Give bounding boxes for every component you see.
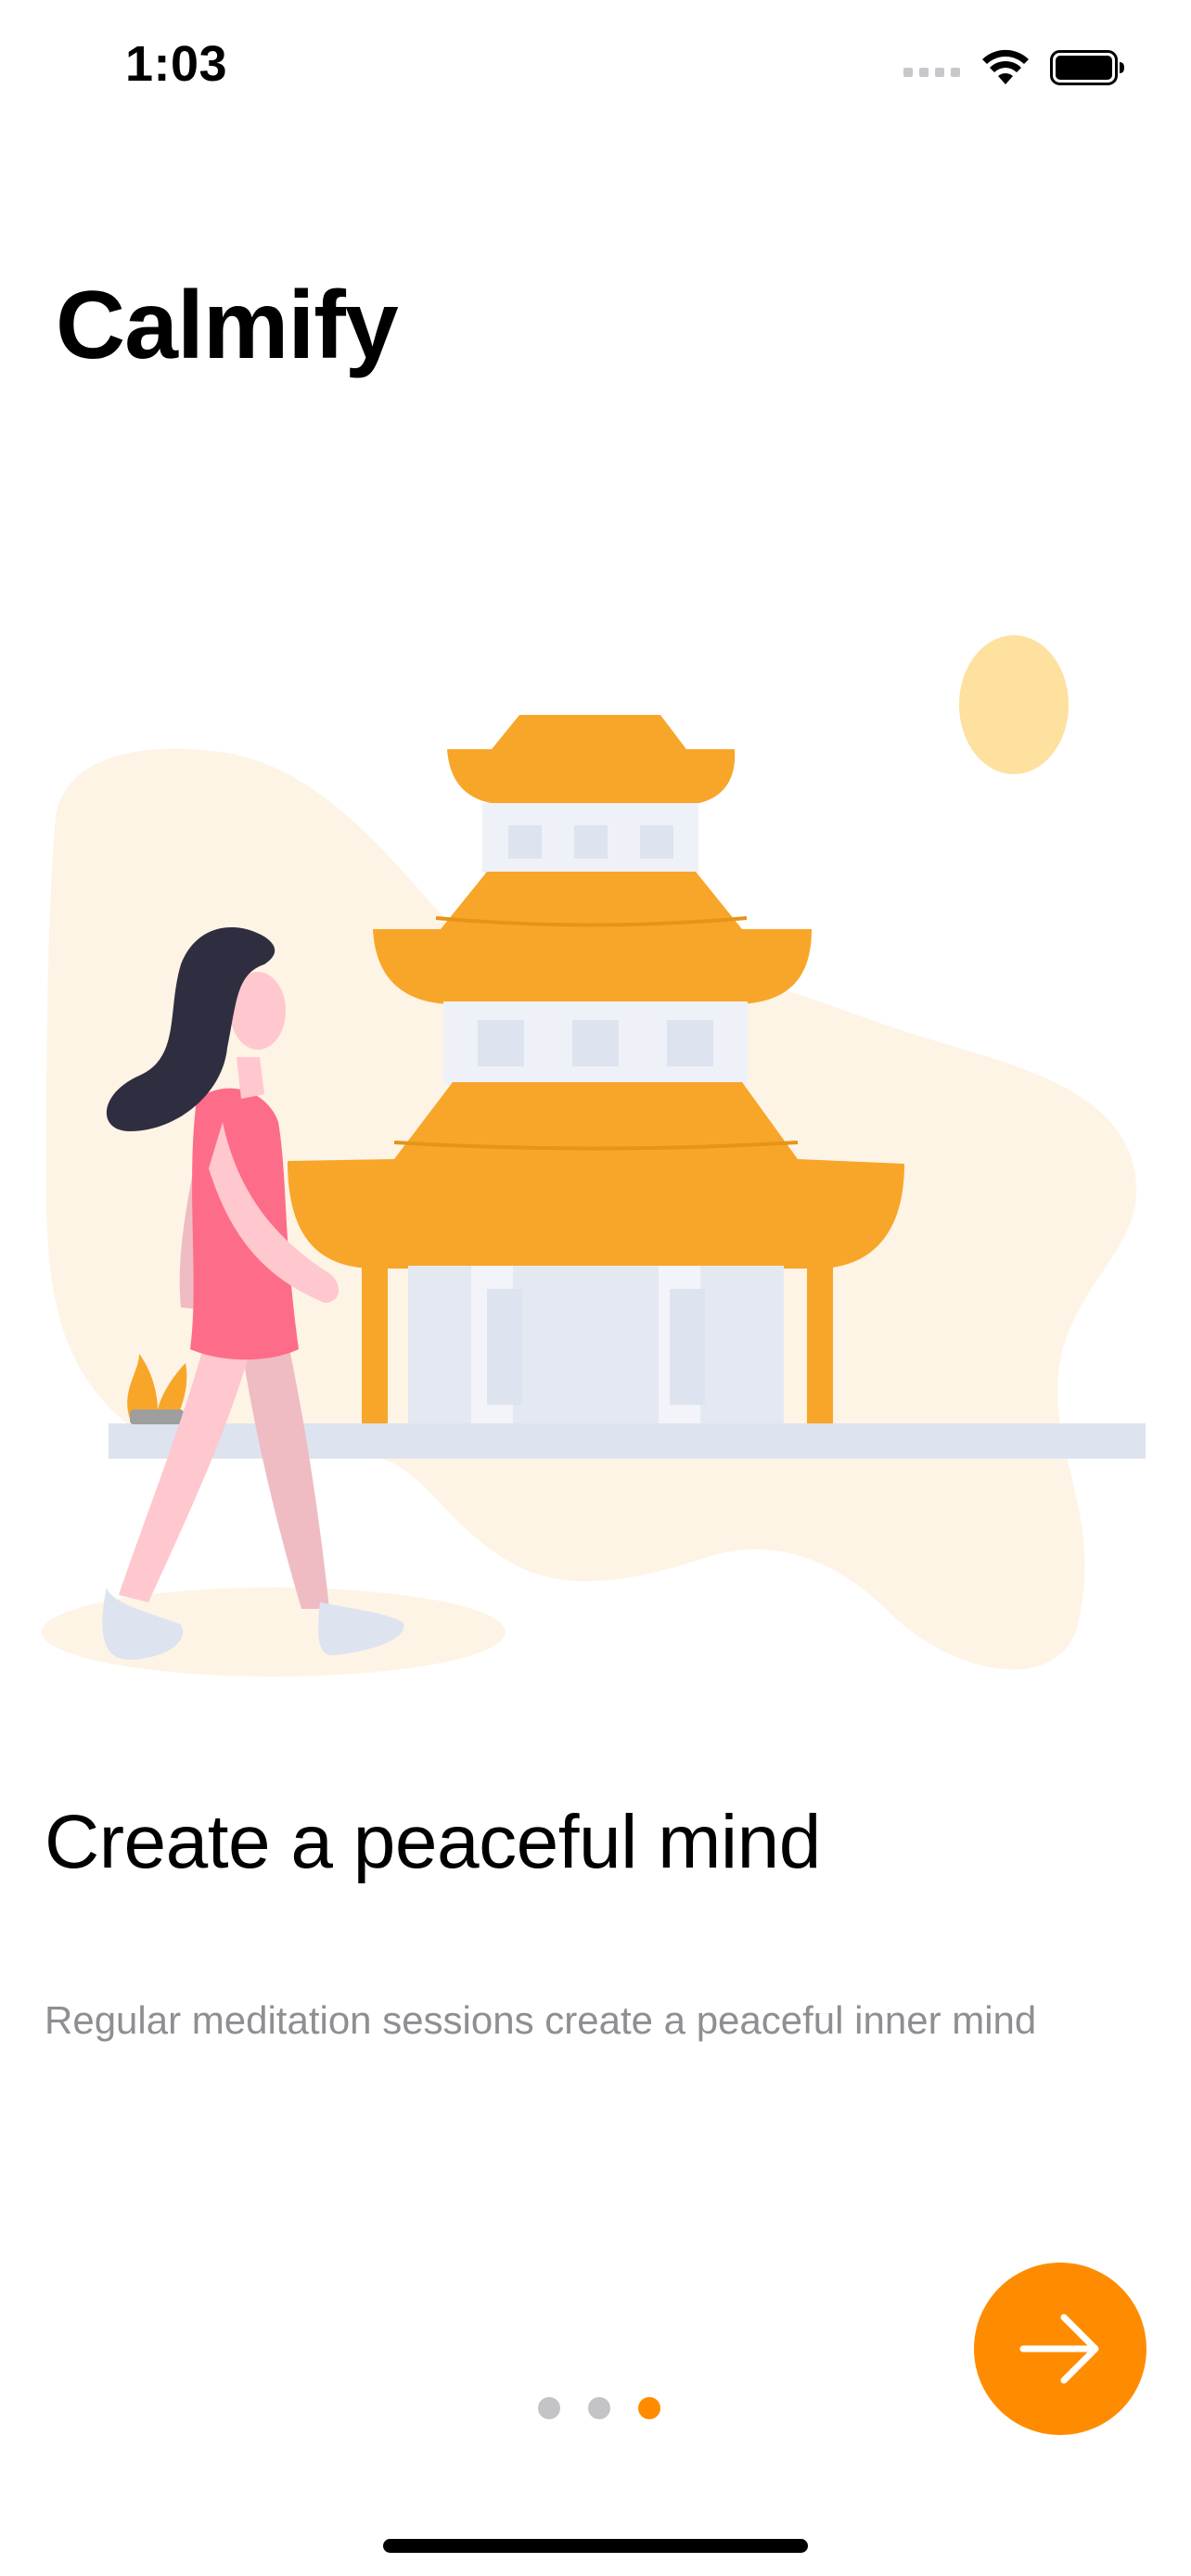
battery-icon	[1050, 50, 1124, 85]
home-indicator	[383, 2539, 808, 2553]
onboarding-headline: Create a peaceful mind	[45, 1800, 821, 1884]
page-indicator	[538, 2397, 660, 2419]
sun	[959, 635, 1069, 774]
next-button[interactable]	[974, 2263, 1146, 2435]
status-icons	[903, 45, 1126, 91]
page-dot-2[interactable]	[588, 2397, 610, 2419]
onboarding-subtitle: Regular meditation sessions create a pea…	[45, 1998, 1037, 2042]
status-time: 1:03	[125, 36, 228, 92]
wifi-icon	[982, 49, 1029, 84]
page-dot-3-active[interactable]	[638, 2397, 660, 2419]
temple-illustration	[42, 635, 1146, 1677]
app-title: Calmify	[56, 272, 399, 379]
cellular-signal-icon	[903, 68, 960, 77]
temple-roof-top	[447, 715, 736, 805]
arrow-right-icon	[1019, 2314, 1099, 2384]
temple-roof-middle	[373, 872, 812, 1004]
status-bar: 1:03	[0, 0, 1191, 139]
page-dot-1[interactable]	[538, 2397, 560, 2419]
